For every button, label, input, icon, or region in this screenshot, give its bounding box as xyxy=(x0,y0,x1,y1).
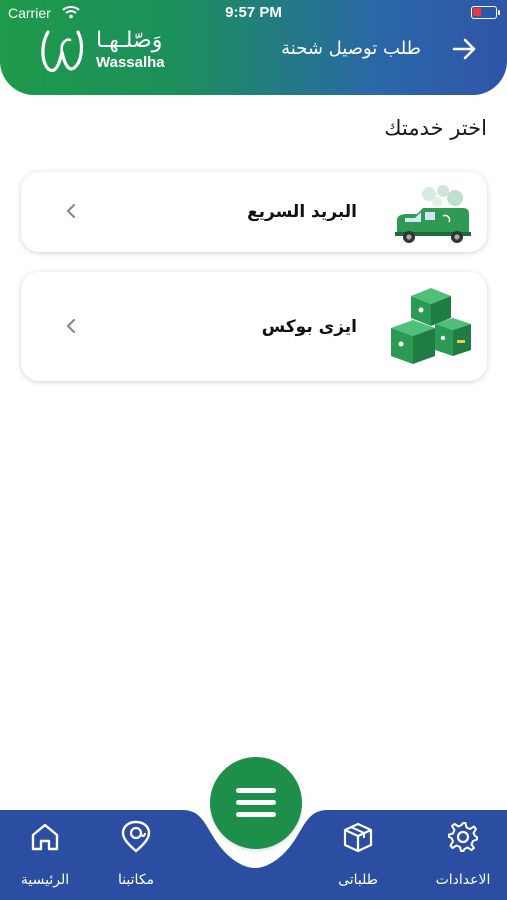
service-card-express-mail[interactable]: البريد السريع xyxy=(21,172,487,252)
nav-label-branches: مكاتبنا xyxy=(117,872,155,888)
back-arrow-icon[interactable] xyxy=(451,36,477,62)
menu-button[interactable] xyxy=(210,757,302,849)
nav-item-home[interactable]: الرئيسية xyxy=(5,820,85,896)
chevron-left-icon xyxy=(66,318,76,334)
section-title: اختر خدمتك xyxy=(384,116,487,140)
service-label: البريد السريع xyxy=(247,202,357,222)
boxes-icon xyxy=(391,288,471,364)
home-icon xyxy=(31,823,59,851)
service-label: ايزى بوكس xyxy=(261,317,357,337)
nav-item-settings[interactable]: الاعدادات xyxy=(423,820,503,896)
status-bar: Carrier 9:57 PM xyxy=(0,0,507,28)
clock: 9:57 PM xyxy=(225,4,282,21)
page-title: طلب توصيل شحنة xyxy=(281,38,421,59)
gear-icon xyxy=(448,822,478,852)
nav-label-orders: طلباتى xyxy=(338,872,378,888)
chevron-left-icon xyxy=(66,203,76,219)
box-icon xyxy=(343,822,373,853)
nav-item-branches[interactable]: مكاتبنا xyxy=(96,820,176,896)
nav-item-orders[interactable]: طلباتى xyxy=(318,820,398,896)
menu-icon xyxy=(236,788,276,817)
nav-label-settings: الاعدادات xyxy=(435,872,491,888)
wassalha-logo: وَصّلـهـا Wassalha xyxy=(38,26,178,80)
logo-mark-icon xyxy=(41,30,84,73)
nav-label-home: الرئيسية xyxy=(20,872,70,888)
delivery-van-icon xyxy=(395,185,471,243)
location-at-icon xyxy=(121,820,151,853)
logo-latin-text: Wassalha xyxy=(96,54,165,71)
battery-icon xyxy=(471,6,500,19)
logo-arabic-text: وَصّلـهـا xyxy=(96,28,163,53)
service-card-easy-box[interactable]: ايزى بوكس xyxy=(21,272,487,381)
